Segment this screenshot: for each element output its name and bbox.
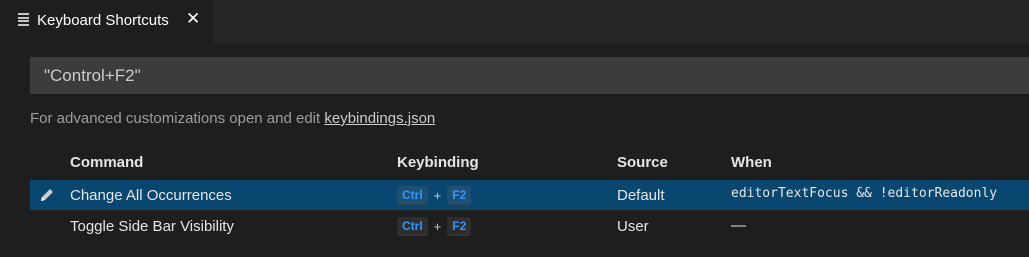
table-row[interactable]: Change All Occurrences Ctrl + F2 Default…	[30, 180, 1029, 210]
command-name: Toggle Side Bar Visibility	[70, 218, 234, 235]
when-clause: editorTextFocus && !editorReadonly	[731, 186, 998, 201]
search-input[interactable]	[44, 57, 1015, 94]
editor-tab-bar: Keyboard Shortcuts ✕	[0, 0, 1029, 43]
keycap: Ctrl	[397, 217, 428, 236]
key-separator: +	[433, 188, 442, 203]
source-label: Default	[617, 187, 665, 204]
keycap: F2	[447, 217, 472, 236]
header-when[interactable]: When	[731, 154, 772, 171]
keycap: Ctrl	[397, 186, 428, 205]
keybinding: Ctrl + F2	[397, 217, 472, 236]
hint-text: For advanced customizations open and edi…	[30, 110, 325, 127]
table-header: Command Keybinding Source When	[30, 150, 1029, 176]
header-command[interactable]: Command	[70, 154, 143, 171]
customization-hint: For advanced customizations open and edi…	[30, 110, 435, 127]
header-source[interactable]: Source	[617, 154, 668, 171]
keybinding: Ctrl + F2	[397, 186, 472, 205]
edit-icon[interactable]	[38, 186, 56, 204]
command-name: Change All Occurrences	[70, 187, 232, 204]
list-icon	[18, 13, 29, 26]
tab-keyboard-shortcuts[interactable]: Keyboard Shortcuts ✕	[0, 0, 213, 43]
key-separator: +	[433, 219, 442, 234]
keybindings-json-link[interactable]: keybindings.json	[324, 110, 435, 127]
tab-title: Keyboard Shortcuts	[37, 12, 169, 29]
when-clause: —	[731, 217, 746, 234]
close-icon[interactable]: ✕	[186, 9, 200, 29]
keycap: F2	[447, 186, 472, 205]
header-keybinding[interactable]: Keybinding	[397, 154, 479, 171]
source-label: User	[617, 218, 649, 235]
search-box[interactable]	[30, 57, 1029, 94]
table-row[interactable]: Toggle Side Bar Visibility Ctrl + F2 Use…	[30, 211, 1029, 241]
